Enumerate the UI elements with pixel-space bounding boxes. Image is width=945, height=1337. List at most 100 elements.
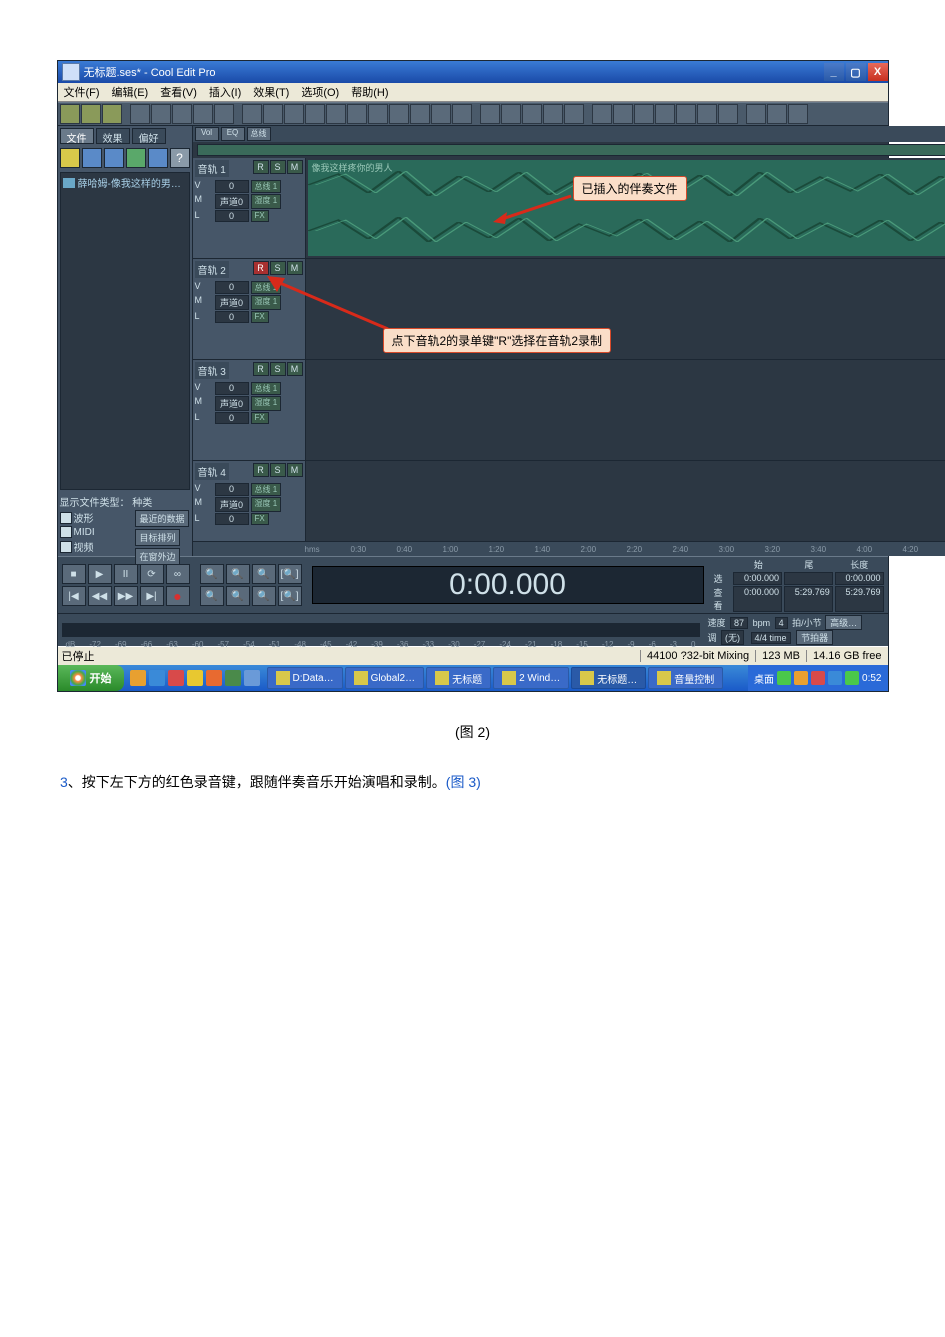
goto-begin-button[interactable]: |◀ [62, 586, 86, 606]
tempo-value[interactable]: 87 [730, 617, 748, 629]
toolbar-button[interactable] [242, 104, 262, 124]
zoom-full-button[interactable]: 🔍 [252, 564, 276, 584]
panel-button[interactable]: 在窗外边 [135, 548, 179, 565]
rewind-button[interactable]: ◀◀ [88, 586, 112, 606]
out-button[interactable]: 总线 1 [251, 180, 282, 193]
pause-button[interactable]: II [114, 564, 138, 584]
maximize-button[interactable]: ▢ [846, 63, 866, 81]
toolbar-button[interactable] [788, 104, 808, 124]
toolbar-button[interactable] [193, 104, 213, 124]
menu-effects[interactable]: 效果(T) [247, 84, 295, 100]
track-name[interactable]: 音轨 1 [195, 160, 229, 177]
panel-tab-favorites[interactable]: 偏好 [132, 128, 166, 144]
quicklaunch-icon[interactable] [225, 670, 241, 686]
out-button[interactable]: 总线 1 [251, 382, 282, 395]
toolbar-button[interactable] [592, 104, 612, 124]
file-item[interactable]: 薛哈姆-像我这样的男… [63, 175, 187, 190]
solo-button[interactable]: S [270, 160, 286, 174]
view-begin[interactable]: 0:00.000 [733, 586, 782, 612]
zoom-button[interactable]: [🔍] [278, 586, 302, 606]
title-bar[interactable]: 无标题.ses* - Cool Edit Pro _ ▢ X [58, 61, 888, 83]
overview-bar[interactable] [197, 144, 945, 156]
quicklaunch-icon[interactable] [168, 670, 184, 686]
track-lane[interactable]: 3 [306, 360, 945, 460]
icon-button[interactable] [126, 148, 146, 168]
track-name[interactable]: 音轨 2 [195, 261, 229, 278]
pan-value[interactable]: 声道0 [215, 295, 249, 310]
mute-button[interactable]: M [287, 160, 303, 174]
taskbar-task[interactable]: Global2… [345, 667, 424, 689]
menu-edit[interactable]: 编辑(E) [106, 84, 155, 100]
goto-end-button[interactable]: ▶| [140, 586, 164, 606]
toolbar-button[interactable] [172, 104, 192, 124]
toolbar-button[interactable] [368, 104, 388, 124]
toolbar-button[interactable] [501, 104, 521, 124]
toolbar-button[interactable] [452, 104, 472, 124]
out-button[interactable]: 总线 1 [251, 483, 282, 496]
loop-button[interactable]: ∞ [166, 564, 190, 584]
toolbar-button[interactable] [718, 104, 738, 124]
toolbar-button[interactable] [130, 104, 150, 124]
toolbar-button[interactable] [543, 104, 563, 124]
record-arm-button[interactable]: R [253, 463, 269, 477]
toolbar-button[interactable] [347, 104, 367, 124]
fx-button[interactable]: FX [251, 412, 269, 424]
panel-button[interactable]: 最近的数据 [135, 510, 188, 527]
track-view-eq[interactable]: EQ [221, 127, 245, 141]
mute-button[interactable]: M [287, 261, 303, 275]
toolbar-button[interactable] [746, 104, 766, 124]
track-name[interactable]: 音轨 4 [195, 463, 229, 480]
volume-value[interactable]: 0 [215, 180, 249, 193]
menu-insert[interactable]: 插入(I) [203, 84, 247, 100]
lock-value[interactable]: 0 [215, 513, 249, 525]
panel-tab-effects[interactable]: 效果 [96, 128, 130, 144]
record-arm-button[interactable]: R [253, 160, 269, 174]
solo-button[interactable]: S [270, 261, 286, 275]
toolbar-button[interactable] [676, 104, 696, 124]
checkbox-video[interactable]: 视频 [60, 539, 95, 554]
record-button[interactable]: ● [166, 586, 190, 606]
sel-begin[interactable]: 0:00.000 [733, 572, 782, 585]
record-arm-button[interactable]: R [253, 362, 269, 376]
metronome-button[interactable]: 节拍器 [796, 630, 833, 645]
toolbar-button[interactable] [151, 104, 171, 124]
menu-view[interactable]: 查看(V) [154, 84, 203, 100]
solo-button[interactable]: S [270, 463, 286, 477]
key-value[interactable]: (无) [721, 630, 744, 645]
record-arm-button[interactable]: R [253, 261, 269, 275]
toolbar-button[interactable] [81, 104, 101, 124]
icon-button[interactable] [82, 148, 102, 168]
zoom-button[interactable]: 🔍 [200, 586, 224, 606]
toolbar-button[interactable] [214, 104, 234, 124]
toolbar-button[interactable] [697, 104, 717, 124]
volume-value[interactable]: 0 [215, 281, 249, 294]
track-lane[interactable]: 4 [306, 461, 945, 541]
tray-icon[interactable] [777, 671, 791, 685]
view-end[interactable]: 5:29.769 [784, 586, 833, 612]
toolbar-button[interactable] [263, 104, 283, 124]
mute-button[interactable]: M [287, 463, 303, 477]
time-ruler[interactable]: hms0:300:401:001:201:402:002:202:403:003… [193, 541, 945, 556]
minimize-button[interactable]: _ [824, 63, 844, 81]
help-icon[interactable]: ? [170, 148, 190, 168]
fx-button[interactable]: FX [251, 513, 269, 525]
toolbar-button[interactable] [522, 104, 542, 124]
ffwd-button[interactable]: ▶▶ [114, 586, 138, 606]
quicklaunch-icon[interactable] [187, 670, 203, 686]
audio-clip[interactable]: 像我这样疼你的男人 [308, 160, 945, 256]
stop-button[interactable]: ■ [62, 564, 86, 584]
cycle-button[interactable]: ⟳ [140, 564, 164, 584]
quicklaunch-icon[interactable] [149, 670, 165, 686]
wet-button[interactable]: 湿度 1 [251, 194, 282, 209]
sel-length[interactable]: 0:00.000 [835, 572, 884, 585]
toolbar-button[interactable] [389, 104, 409, 124]
quicklaunch-icon[interactable] [244, 670, 260, 686]
toolbar-button[interactable] [305, 104, 325, 124]
menu-file[interactable]: 文件(F) [58, 84, 106, 100]
volume-value[interactable]: 0 [215, 483, 249, 496]
menu-options[interactable]: 选项(O) [295, 84, 345, 100]
taskbar-task[interactable]: 音量控制 [648, 667, 723, 689]
advanced-button[interactable]: 高级… [825, 615, 862, 630]
track-lane[interactable]: 像我这样疼你的男人1 [306, 158, 945, 258]
pan-value[interactable]: 声道0 [215, 194, 249, 209]
